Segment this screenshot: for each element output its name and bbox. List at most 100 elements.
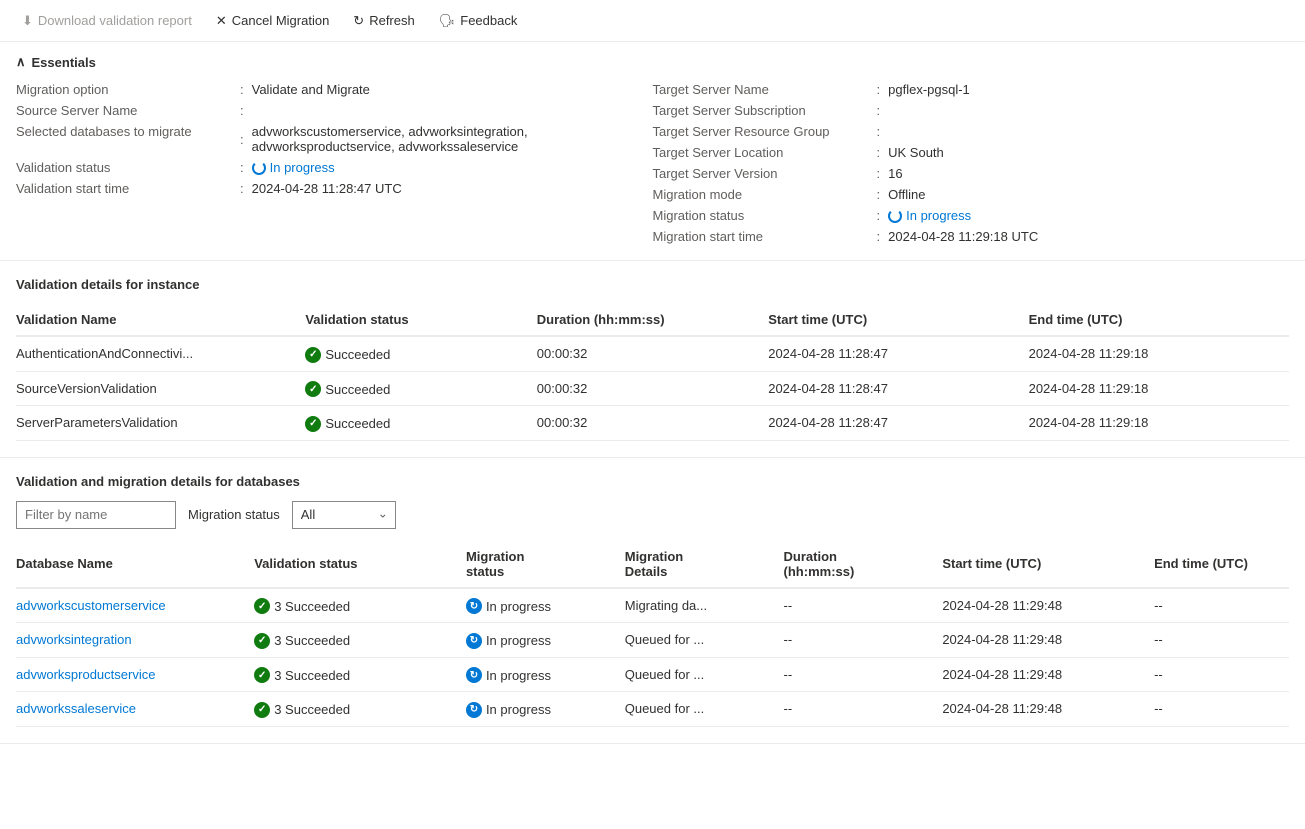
db-name-cell[interactable]: advworkscustomerservice <box>16 588 254 623</box>
source-server-row: Source Server Name : <box>16 103 653 118</box>
db-name-cell[interactable]: advworksintegration <box>16 623 254 658</box>
essentials-grid: Migration option : Validate and Migrate … <box>16 82 1289 244</box>
db-migration-details-cell: Migrating da... <box>625 588 784 623</box>
col-end-time: End time (UTC) <box>1029 304 1289 336</box>
db-end-cell: -- <box>1154 657 1289 692</box>
col-duration: Duration (hh:mm:ss) <box>537 304 768 336</box>
db-end-cell: -- <box>1154 623 1289 658</box>
target-location-row: Target Server Location : UK South <box>653 145 1290 160</box>
duration-cell: 00:00:32 <box>537 371 768 406</box>
migration-status-select-wrapper: All In progress Succeeded Failed <box>292 501 396 529</box>
table-row: AuthenticationAndConnectivi... Succeeded… <box>16 336 1289 371</box>
db-name-cell[interactable]: advworksproductservice <box>16 657 254 692</box>
essentials-section: ∧ Essentials Migration option : Validate… <box>0 42 1305 261</box>
table-row: advworkscustomerservice 3 Succeeded In p… <box>16 588 1289 623</box>
succeeded-icon <box>305 381 321 397</box>
db-start-cell: 2024-04-28 11:29:48 <box>942 692 1154 727</box>
db-validation-status-cell: 3 Succeeded <box>254 657 466 692</box>
col-validation-status: Validation status <box>305 304 536 336</box>
toolbar: ⬇ Download validation report ✕ Cancel Mi… <box>0 0 1305 42</box>
validation-name-cell: AuthenticationAndConnectivi... <box>16 336 305 371</box>
feedback-icon: 🗣 <box>439 13 456 29</box>
filter-by-name-input[interactable] <box>16 501 176 529</box>
cancel-migration-button[interactable]: ✕ Cancel Migration <box>206 9 339 33</box>
start-time-cell: 2024-04-28 11:28:47 <box>768 371 1028 406</box>
succeeded-icon <box>254 667 270 683</box>
table-row: ServerParametersValidation Succeeded 00:… <box>16 406 1289 441</box>
validation-status-row: Validation status : In progress <box>16 160 653 175</box>
end-time-cell: 2024-04-28 11:29:18 <box>1029 406 1289 441</box>
essentials-left: Migration option : Validate and Migrate … <box>16 82 653 244</box>
migration-status-icon <box>888 209 902 223</box>
col-db-start: Start time (UTC) <box>942 541 1154 588</box>
feedback-button[interactable]: 🗣 Feedback <box>429 9 528 33</box>
db-name-cell[interactable]: advworkssaleservice <box>16 692 254 727</box>
end-time-cell: 2024-04-28 11:29:18 <box>1029 371 1289 406</box>
in-progress-icon <box>466 633 482 649</box>
start-time-cell: 2024-04-28 11:28:47 <box>768 336 1028 371</box>
db-name-link[interactable]: advworksproductservice <box>16 667 155 682</box>
succeeded-icon <box>254 633 270 649</box>
duration-cell: 00:00:32 <box>537 406 768 441</box>
download-icon: ⬇ <box>22 13 33 29</box>
db-migration-status-cell: In progress <box>466 657 625 692</box>
succeeded-icon <box>305 416 321 432</box>
col-start-time: Start time (UTC) <box>768 304 1028 336</box>
db-duration-cell: -- <box>784 588 943 623</box>
col-db-name: Database Name <box>16 541 254 588</box>
db-table-header-row: Database Name Validation status Migratio… <box>16 541 1289 588</box>
db-start-cell: 2024-04-28 11:29:48 <box>942 588 1154 623</box>
refresh-icon: ↻ <box>353 13 364 29</box>
validation-databases-section: Validation and migration details for dat… <box>0 458 1305 744</box>
migration-mode-row: Migration mode : Offline <box>653 187 1290 202</box>
validation-instance-table: Validation Name Validation status Durati… <box>16 304 1289 441</box>
db-migration-status-cell: In progress <box>466 623 625 658</box>
filter-bar: Migration status All In progress Succeed… <box>16 501 1289 529</box>
col-db-end: End time (UTC) <box>1154 541 1289 588</box>
duration-cell: 00:00:32 <box>537 336 768 371</box>
validation-instance-title: Validation details for instance <box>16 277 1289 292</box>
migration-status-filter-label: Migration status <box>188 507 280 522</box>
db-name-link[interactable]: advworkscustomerservice <box>16 598 166 613</box>
db-name-link[interactable]: advworkssaleservice <box>16 701 136 716</box>
table-header-row: Validation Name Validation status Durati… <box>16 304 1289 336</box>
db-name-link[interactable]: advworksintegration <box>16 632 132 647</box>
validation-status-cell: Succeeded <box>305 371 536 406</box>
migration-option-row: Migration option : Validate and Migrate <box>16 82 653 97</box>
db-migration-status-cell: In progress <box>466 588 625 623</box>
download-validation-report-button[interactable]: ⬇ Download validation report <box>12 9 202 33</box>
cancel-icon: ✕ <box>216 13 227 29</box>
in-progress-icon <box>466 702 482 718</box>
validation-name-cell: ServerParametersValidation <box>16 406 305 441</box>
db-end-cell: -- <box>1154 692 1289 727</box>
validation-status-cell: Succeeded <box>305 336 536 371</box>
validation-databases-title: Validation and migration details for dat… <box>16 474 1289 489</box>
succeeded-icon <box>254 598 270 614</box>
validation-status-icon <box>252 161 266 175</box>
target-rg-row: Target Server Resource Group : <box>653 124 1290 139</box>
validation-instance-section: Validation details for instance Validati… <box>0 261 1305 458</box>
essentials-toggle[interactable]: ∧ Essentials <box>16 54 1289 70</box>
in-progress-icon <box>466 598 482 614</box>
db-migration-details-cell: Queued for ... <box>625 623 784 658</box>
db-migration-details-cell: Queued for ... <box>625 657 784 692</box>
db-duration-cell: -- <box>784 657 943 692</box>
db-duration-cell: -- <box>784 623 943 658</box>
db-start-cell: 2024-04-28 11:29:48 <box>942 657 1154 692</box>
selected-dbs-row: Selected databases to migrate : advworks… <box>16 124 653 154</box>
validation-start-row: Validation start time : 2024-04-28 11:28… <box>16 181 653 196</box>
db-validation-status-cell: 3 Succeeded <box>254 692 466 727</box>
db-validation-status-cell: 3 Succeeded <box>254 588 466 623</box>
db-migration-status-cell: In progress <box>466 692 625 727</box>
essentials-right: Target Server Name : pgflex-pgsql-1 Targ… <box>653 82 1290 244</box>
start-time-cell: 2024-04-28 11:28:47 <box>768 406 1028 441</box>
col-db-validation-status: Validation status <box>254 541 466 588</box>
succeeded-icon <box>254 702 270 718</box>
target-sub-row: Target Server Subscription : <box>653 103 1290 118</box>
col-db-migration-details: MigrationDetails <box>625 541 784 588</box>
target-server-row: Target Server Name : pgflex-pgsql-1 <box>653 82 1290 97</box>
refresh-button[interactable]: ↻ Refresh <box>343 9 424 33</box>
migration-status-select[interactable]: All In progress Succeeded Failed <box>292 501 396 529</box>
migration-status-row: Migration status : In progress <box>653 208 1290 223</box>
validation-status-cell: Succeeded <box>305 406 536 441</box>
